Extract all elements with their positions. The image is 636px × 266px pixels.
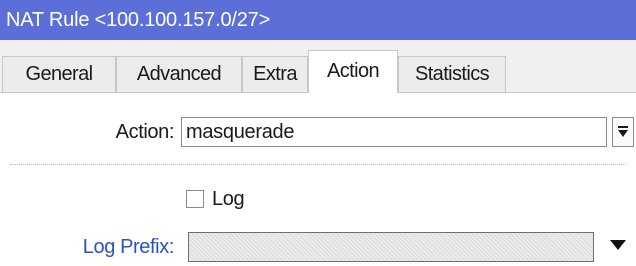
log-checkbox[interactable]: [186, 190, 204, 208]
action-dropdown-button[interactable]: [612, 117, 634, 147]
tab-general[interactable]: General: [2, 56, 116, 92]
tab-action[interactable]: Action: [308, 50, 398, 93]
dropdown-arrow-icon: [618, 126, 628, 137]
action-label: Action:: [115, 121, 175, 143]
triangle-down-icon[interactable]: [609, 238, 627, 252]
log-label: Log: [212, 188, 245, 210]
log-prefix-input[interactable]: [188, 232, 594, 262]
tab-extra[interactable]: Extra: [242, 56, 308, 92]
window-title: NAT Rule <100.100.157.0/27>: [0, 0, 636, 40]
tab-advanced[interactable]: Advanced: [116, 56, 242, 92]
section-divider: [10, 164, 626, 165]
log-prefix-label: Log Prefix:: [82, 236, 175, 258]
action-select[interactable]: masquerade: [181, 117, 607, 147]
tab-statistics[interactable]: Statistics: [398, 56, 506, 92]
